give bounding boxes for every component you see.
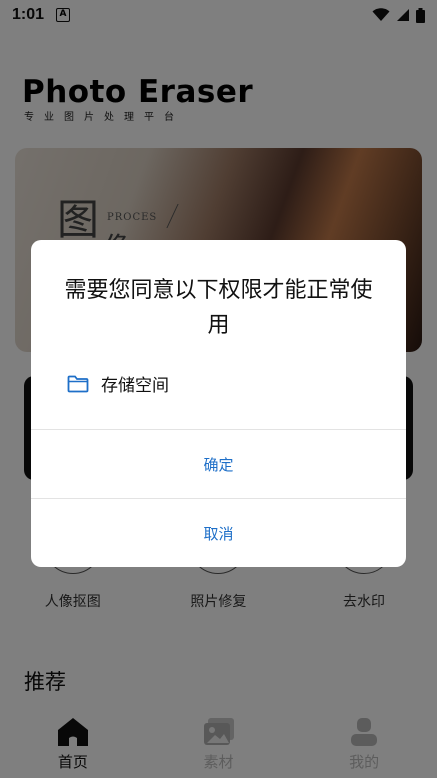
cancel-button[interactable]: 取消	[31, 499, 406, 567]
permission-dialog: 需要您同意以下权限才能正常使用 存储空间 确定 取消	[31, 240, 406, 567]
confirm-button[interactable]: 确定	[31, 430, 406, 498]
dialog-title: 需要您同意以下权限才能正常使用	[64, 278, 373, 338]
folder-icon	[67, 375, 89, 392]
permission-label: 存储空间	[101, 376, 169, 396]
permission-item-storage: 存储空间	[67, 371, 169, 396]
